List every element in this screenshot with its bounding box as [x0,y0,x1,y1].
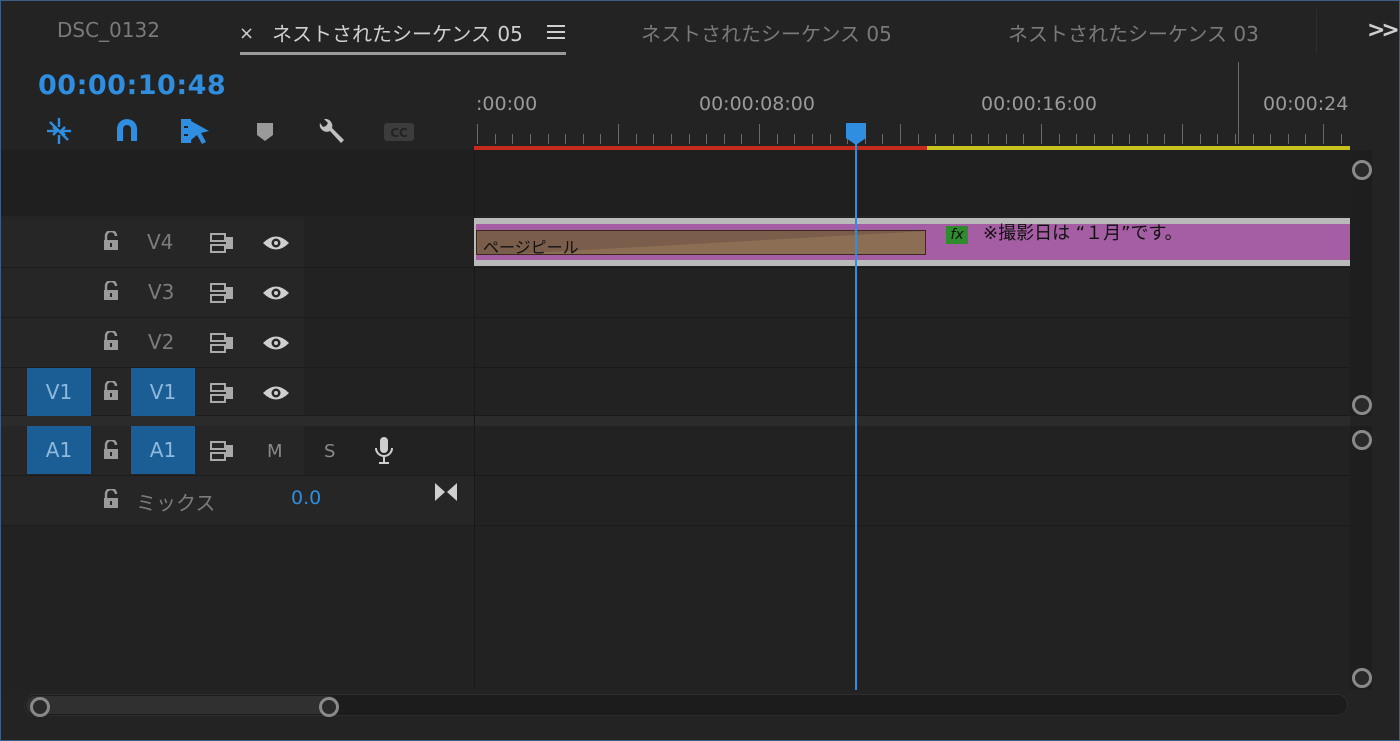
tab-overflow-icon[interactable]: >> [1367,18,1400,43]
tab-divider [1316,9,1317,53]
tab-nested-sequence-03[interactable]: ネストされたシーケンス 03 [1008,18,1259,47]
video-scroll-bottom-knob[interactable] [1352,395,1372,415]
tab-nested-sequence-05-active[interactable]: ネストされたシーケンス 05 [272,18,523,47]
source-patch-v1[interactable]: V1 [27,368,91,416]
mix-volume-value[interactable]: 0.0 [291,487,321,509]
track-header-mix [1,476,474,526]
mute-button[interactable]: M [267,441,283,462]
timeline-track-v3[interactable] [474,268,1350,318]
time-ruler[interactable]: :00:00 00:00:08:00 00:00:16:00 00:00:24 [474,62,1350,148]
audio-scroll-bottom-knob[interactable] [1352,668,1372,688]
tab-close-icon[interactable]: × [239,23,254,44]
sync-lock-icon[interactable] [209,440,235,462]
timeline-track-v2[interactable] [474,318,1350,368]
mix-end-icon[interactable] [434,482,458,502]
timeline-track-mix [474,476,1350,526]
captions-icon[interactable]: CC [383,115,415,147]
sync-lock-icon[interactable] [209,332,235,354]
clip-title-label: ※撮影日は “１月”です。 [983,223,1183,244]
audio-vertical-scrollbar[interactable] [1350,426,1372,690]
eye-icon[interactable] [262,234,290,252]
lock-icon[interactable] [102,331,120,351]
source-patch-a1[interactable]: A1 [27,426,91,474]
sync-lock-icon[interactable] [209,232,235,254]
track-header-v2[interactable] [1,318,474,368]
track-header-spacer [1,150,474,216]
track-name-v3[interactable]: V3 [148,280,174,304]
linked-selection-icon[interactable] [179,115,211,147]
mix-track-label: ミックス [136,491,216,515]
ripple-icon[interactable] [43,115,75,147]
lock-icon[interactable] [102,440,120,460]
page-peel-transition[interactable]: ページピール [476,230,926,255]
eye-icon[interactable] [262,284,290,302]
sync-lock-icon[interactable] [209,382,235,404]
lock-icon[interactable] [102,231,120,251]
microphone-icon[interactable] [373,436,395,466]
lock-icon[interactable] [102,281,120,301]
playhead-timecode[interactable]: 00:00:10:48 [38,70,226,101]
right-gutter [1372,62,1399,690]
eye-icon[interactable] [262,334,290,352]
tab-dsc-0132[interactable]: DSC_0132 [57,18,160,42]
track-name-v2[interactable]: V2 [148,330,174,354]
track-header-empty [1,526,474,690]
timeline-track-a1[interactable] [474,426,1350,476]
svg-text:CC: CC [390,126,408,140]
track-target-a1[interactable]: A1 [131,426,195,474]
snap-magnet-icon[interactable] [111,115,143,147]
panel-menu-icon[interactable] [547,23,565,39]
video-audio-divider[interactable] [1,416,1350,426]
track-name-v4[interactable]: V4 [147,230,173,254]
transition-label: ページピール [483,238,579,255]
hscroll-left-knob[interactable] [30,697,50,717]
tab-nested-sequence-05[interactable]: ネストされたシーケンス 05 [641,18,892,47]
track-target-v1[interactable]: V1 [131,368,195,416]
hscroll-right-knob[interactable] [319,697,339,717]
track-header-v4[interactable] [1,217,474,268]
track-header-v3[interactable] [1,268,474,318]
audio-scroll-top-knob[interactable] [1352,430,1372,450]
eye-icon[interactable] [262,384,290,402]
tab-bar: DSC_0132 × ネストされたシーケンス 05 ネストされたシーケンス 05… [1,1,1400,61]
horizontal-scroll-thumb[interactable] [26,696,338,714]
wrench-icon[interactable] [315,115,347,147]
lock-icon[interactable] [102,381,120,401]
timeline-empty-area [474,150,1350,216]
timeline-track-v1[interactable] [474,368,1350,416]
ruler-ticks [477,62,1342,144]
playhead-line[interactable] [855,128,857,690]
sync-lock-icon[interactable] [209,282,235,304]
add-marker-icon[interactable] [249,115,281,147]
active-tab-indicator [240,52,566,55]
fx-badge[interactable]: fx [946,226,968,244]
lock-icon[interactable] [102,489,120,509]
timeline-empty-bottom [474,526,1350,690]
solo-button[interactable]: S [324,441,335,462]
playhead-handle[interactable] [845,122,867,146]
video-vertical-scrollbar[interactable] [1350,150,1372,416]
video-scroll-top-knob[interactable] [1352,160,1372,180]
